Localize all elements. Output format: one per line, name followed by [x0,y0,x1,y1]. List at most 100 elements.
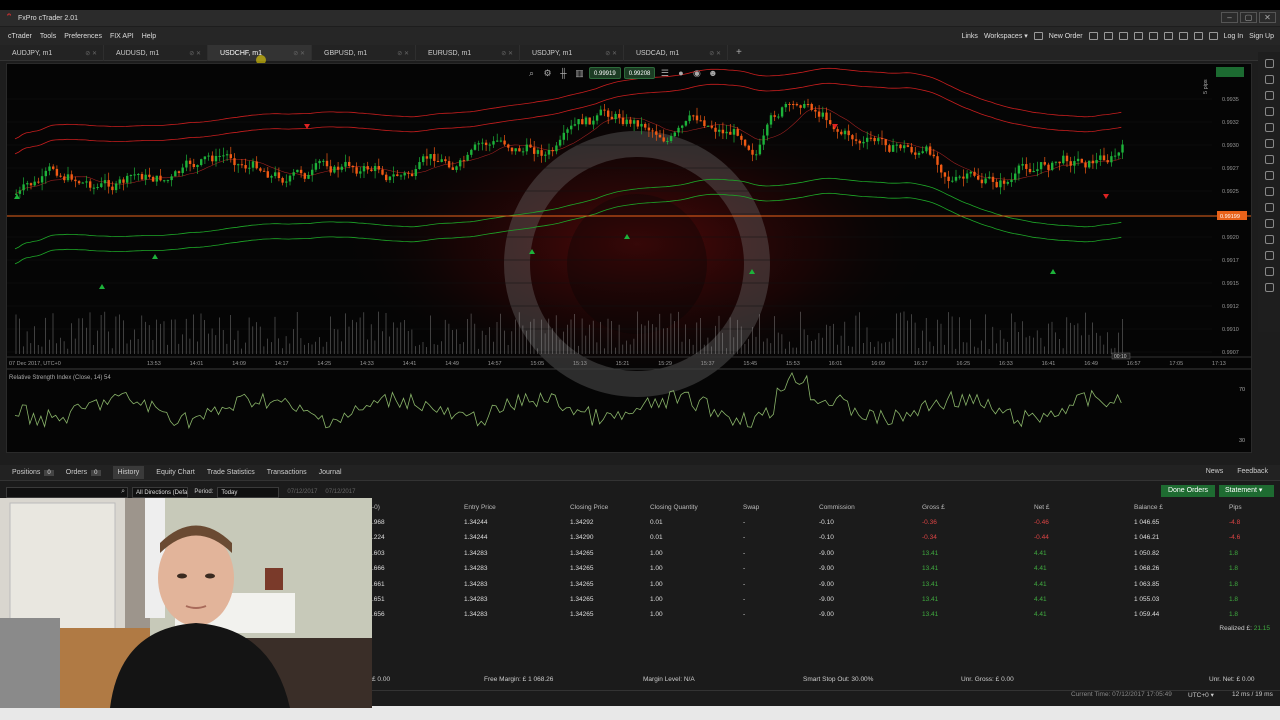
date-to[interactable]: 07/12/2017 [325,489,355,495]
chat-icon[interactable] [1133,32,1143,40]
calendar-icon[interactable] [1163,32,1173,40]
done-orders-button[interactable]: Done Orders [1161,485,1215,497]
tool-icon[interactable] [1264,187,1274,196]
col-commission[interactable]: Commission [819,504,855,511]
table-row[interactable]: .651 1.34283 1.34265 1.00 - -9.00 13.41 4.41 1 0… [372,596,1280,609]
chart-area[interactable]: 0.99350.99320.99300.99270.99250.99220.99… [6,63,1252,453]
tab-controls-icon[interactable]: ⊘ ✕ [85,50,97,57]
tab-equity-chart[interactable]: Equity Chart [156,469,195,476]
tab-journal[interactable]: Journal [319,469,342,476]
tab-controls-icon[interactable]: ⊘ ✕ [397,50,409,57]
person-icon[interactable]: ☻ [706,67,719,79]
col-net[interactable]: Net £ [1034,504,1050,511]
tool-icon[interactable] [1264,155,1274,164]
layout-single-icon[interactable] [1088,32,1098,40]
menu-preferences[interactable]: Preferences [64,33,102,40]
statement-button[interactable]: Statement ▾ [1219,485,1274,497]
tool-icon[interactable] [1264,267,1274,276]
candlestick-chart[interactable]: 0.99350.99320.99300.99270.99250.99220.99… [7,64,1251,452]
share-icon[interactable] [1178,32,1188,40]
add-tab-button[interactable]: + [728,45,742,60]
tools-icon[interactable] [1148,32,1158,40]
log-in-button[interactable]: Log In [1224,33,1243,40]
zoom-icon[interactable]: ⌕ [525,67,538,79]
tool-icon[interactable] [1264,203,1274,212]
table-row[interactable]: .666 1.34283 1.34265 1.00 - -9.00 13.41 4.41 1 0… [372,565,1280,578]
table-row[interactable]: .661 1.34283 1.34265 1.00 - -9.00 13.41 4.41 1 0… [372,581,1280,594]
workspaces-dropdown[interactable]: Workspaces ▾ [984,32,1028,40]
layout-multi-icon[interactable] [1103,32,1113,40]
tool-icon[interactable] [1264,75,1274,84]
col-entry-price[interactable]: Entry Price [464,504,496,511]
search-input[interactable]: ⌕ [6,486,128,498]
table-row[interactable]: .603 1.34283 1.34265 1.00 - -9.00 13.41 4.41 1 0… [372,550,1280,563]
chart-settings-icon[interactable]: ⚙ [541,67,554,79]
buy-price-button[interactable]: 0.99208 [623,67,656,79]
minimize-button[interactable]: – [1221,12,1238,23]
alerts-icon[interactable] [1118,32,1128,40]
menu-fix-api[interactable]: FIX API [110,33,134,40]
sign-up-button[interactable]: Sign Up [1249,33,1274,40]
tool-icon[interactable] [1264,91,1274,100]
tool-icon[interactable] [1264,139,1274,148]
tab-transactions[interactable]: Transactions [267,469,307,476]
list-icon[interactable]: ☰ [658,67,671,79]
tab-audjpy[interactable]: AUDJPY, m1 ⊘ ✕ [0,45,104,61]
tool-icon[interactable] [1264,123,1274,132]
col-pips[interactable]: Pips [1229,504,1242,511]
tab-usdcad[interactable]: USDCAD, m1 ⊘ ✕ [624,45,728,61]
news-button[interactable]: News [1206,468,1224,475]
sell-price-button[interactable]: 0.99919 [589,67,621,79]
tab-controls-icon[interactable]: ⊘ ✕ [189,50,201,57]
col-closing-price[interactable]: Closing Price [570,504,608,511]
tool-icon[interactable] [1264,283,1274,292]
new-order-button[interactable]: New Order [1049,33,1083,40]
timeframe-icon[interactable]: ▥ [573,67,586,79]
direction-dropdown[interactable]: All Directions (Defa [132,486,189,498]
date-from[interactable]: 07/12/2017 [287,489,317,495]
tab-trade-statistics[interactable]: Trade Statistics [207,469,255,476]
tab-usdjpy[interactable]: USDJPY, m1 ⊘ ✕ [520,45,624,61]
menu-ctrader[interactable]: cTrader [8,33,32,40]
tab-gbpusd[interactable]: GBPUSD, m1 ⊘ ✕ [312,45,416,61]
target-icon[interactable]: ◉ [690,67,703,79]
tab-orders[interactable]: Orders 0 [66,469,101,476]
tab-controls-icon[interactable]: ⊘ ✕ [293,50,305,57]
tool-icon[interactable] [1264,251,1274,260]
col-swap[interactable]: Swap [743,504,759,511]
table-row[interactable]: .224 1.34244 1.34290 0.01 - -0.10 -0.34 -0.44 1 … [372,534,1280,547]
settings-icon[interactable] [1193,32,1203,40]
table-row[interactable]: .656 1.34283 1.34265 1.00 - -9.00 13.41 4.41 1 0… [372,611,1280,624]
candle-body [917,152,921,155]
tool-icon[interactable] [1264,235,1274,244]
menu-help[interactable]: Help [142,33,156,40]
tab-eurusd[interactable]: EURUSD, m1 ⊘ ✕ [416,45,520,61]
menu-tools[interactable]: Tools [40,33,56,40]
tab-controls-icon[interactable]: ⊘ ✕ [605,50,617,57]
maximize-button[interactable]: ▢ [1240,12,1257,23]
fullscreen-icon[interactable] [1208,32,1218,40]
tab-controls-icon[interactable]: ⊘ ✕ [709,50,721,57]
tool-icon[interactable] [1264,171,1274,180]
candle-body [318,160,321,164]
col-balance[interactable]: Balance £ [1134,504,1163,511]
candle-body [192,163,195,167]
record-icon[interactable]: ● [674,67,687,79]
col-closing-quantity[interactable]: Closing Quantity [650,504,698,511]
candle-type-icon[interactable]: ╫ [557,67,570,79]
col-gross[interactable]: Gross £ [922,504,945,511]
tab-audusd[interactable]: AUDUSD, m1 ⊘ ✕ [104,45,208,61]
links-button[interactable]: Links [962,33,978,40]
timezone-dropdown[interactable]: UTC+0 ▾ [1188,691,1214,699]
tool-icon[interactable] [1264,219,1274,228]
close-button[interactable]: ✕ [1259,12,1276,23]
period-dropdown[interactable]: Today [217,486,280,498]
col-id[interactable]: ‑0) [372,504,380,511]
tab-history[interactable]: History [112,466,145,479]
table-row[interactable]: .968 1.34244 1.34292 0.01 - -0.10 -0.36 -0.46 1 … [372,519,1280,532]
tool-icon[interactable] [1264,59,1274,68]
feedback-button[interactable]: Feedback [1237,468,1268,475]
tool-icon[interactable] [1264,107,1274,116]
tab-positions[interactable]: Positions 0 [12,469,54,476]
tab-controls-icon[interactable]: ⊘ ✕ [501,50,513,57]
